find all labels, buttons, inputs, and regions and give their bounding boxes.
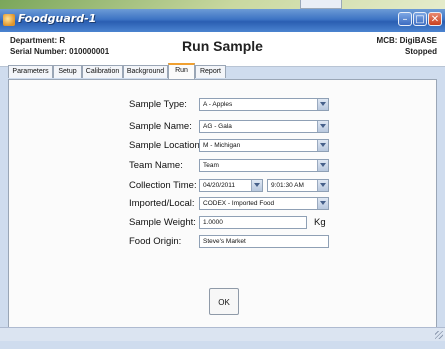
tab-run[interactable]: Run — [168, 63, 195, 80]
weight-unit-label: Kg — [314, 217, 326, 228]
status-bar — [0, 327, 445, 341]
sample-location-label: Sample Location: — [129, 140, 203, 151]
food-origin-label: Food Origin: — [129, 236, 182, 247]
window-title: Foodguard-1 — [18, 12, 97, 25]
maximize-icon: □ — [415, 14, 425, 25]
imported-local-select[interactable]: CODEX - Imported Food — [199, 197, 329, 210]
close-button[interactable]: ✕ — [428, 12, 442, 26]
sample-name-select[interactable]: AG - Gala — [199, 120, 329, 133]
sample-type-select[interactable]: A - Apples — [199, 98, 329, 111]
sample-name-value: AG - Gala — [203, 123, 232, 130]
chevron-down-icon[interactable] — [317, 160, 328, 171]
resize-grip-icon[interactable] — [435, 331, 443, 339]
sample-weight-label: Sample Weight: — [129, 217, 196, 228]
chevron-down-icon[interactable] — [317, 121, 328, 132]
status-text: Stopped — [405, 47, 437, 56]
sample-location-select[interactable]: M - Michigan — [199, 139, 329, 152]
title-bar[interactable]: Foodguard-1 – □ ✕ — [0, 9, 445, 32]
app-icon — [3, 14, 15, 26]
info-header: Department: R Serial Number: 010000001 R… — [0, 32, 445, 67]
ok-button[interactable]: OK — [209, 288, 239, 315]
collection-date-picker[interactable]: 04/20/2011 — [199, 179, 263, 192]
tab-setup[interactable]: Setup — [53, 65, 82, 78]
sample-weight-value: 1.0000 — [203, 219, 223, 226]
minimize-icon: – — [402, 14, 408, 25]
tab-report[interactable]: Report — [195, 65, 226, 78]
maximize-button[interactable]: □ — [413, 12, 427, 26]
sample-location-value: M - Michigan — [203, 142, 241, 149]
collection-time-label: Collection Time: — [129, 180, 197, 191]
imported-local-label: Imported/Local: — [129, 198, 195, 209]
team-name-label: Team Name: — [129, 160, 183, 171]
team-name-value: Team — [203, 162, 219, 169]
chevron-down-icon[interactable] — [317, 99, 328, 110]
chevron-down-icon[interactable] — [317, 198, 328, 209]
team-name-select[interactable]: Team — [199, 159, 329, 172]
sample-type-value: A - Apples — [203, 101, 233, 108]
sample-weight-input[interactable]: 1.0000 — [199, 216, 307, 229]
food-origin-input[interactable]: Steve's Market — [199, 235, 329, 248]
sample-name-label: Sample Name: — [129, 121, 192, 132]
tab-background[interactable]: Background — [123, 65, 168, 78]
collection-date-value: 04/20/2011 — [203, 182, 236, 189]
tab-calibration[interactable]: Calibration — [82, 65, 123, 78]
sample-type-label: Sample Type: — [129, 99, 187, 110]
chevron-down-icon[interactable] — [251, 180, 262, 191]
mcb-info: MCB: DigiBASE Stopped — [377, 35, 437, 57]
minimize-button[interactable]: – — [398, 12, 412, 26]
collection-time-picker[interactable]: 9:01:30 AM — [267, 179, 329, 192]
chevron-down-icon[interactable] — [317, 180, 328, 191]
tab-parameters[interactable]: Parameters — [8, 65, 53, 78]
chevron-down-icon[interactable] — [317, 140, 328, 151]
imported-local-value: CODEX - Imported Food — [203, 200, 275, 207]
food-origin-value: Steve's Market — [203, 238, 246, 245]
close-icon: ✕ — [430, 14, 440, 25]
mcb-text: MCB: DigiBASE — [376, 36, 437, 45]
background-window-edge — [300, 0, 342, 9]
collection-time-value: 9:01:30 AM — [271, 182, 304, 189]
